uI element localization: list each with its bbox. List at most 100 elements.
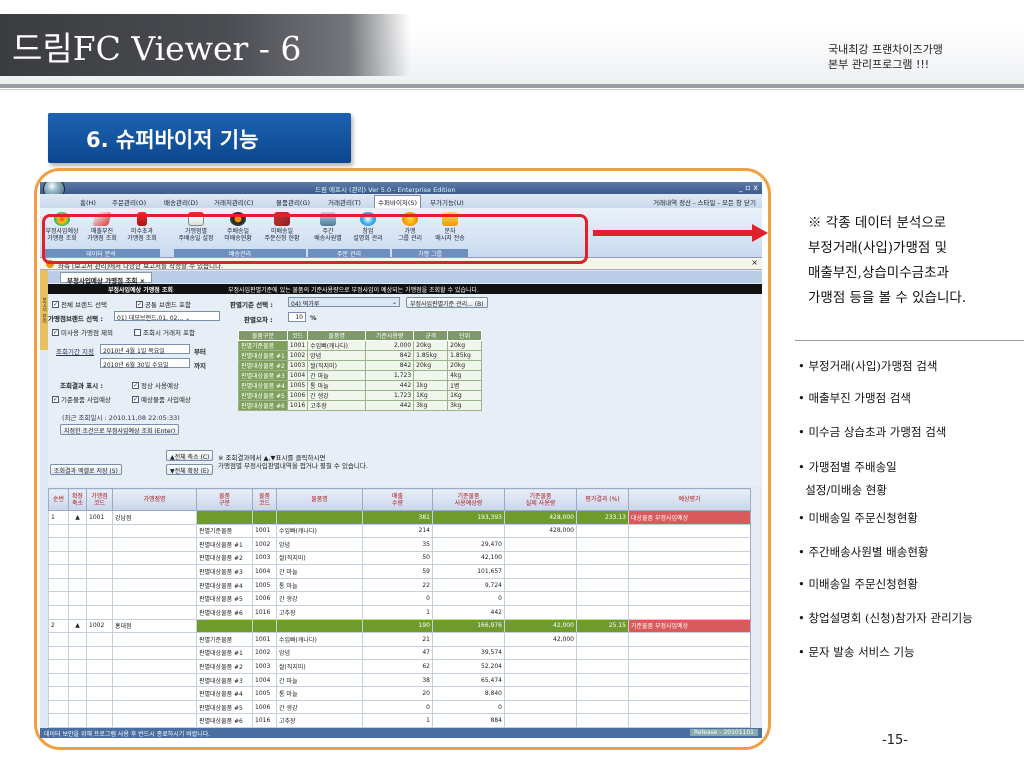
to-date-picker[interactable]: 2010년 6월 30일 수요일 xyxy=(100,358,190,369)
panel-caption-desc: 부정사입판별기준에 있는 물품의 기준사용량으로 부정사입이 예상되는 가맹점을… xyxy=(228,287,479,294)
grid-row[interactable]: 판별대상물품 #1 1002 앙념 35 29,470 xyxy=(48,537,751,552)
grid-col-header[interactable]: 평가결과 (%) xyxy=(576,488,629,511)
side-report-panel[interactable]: 보고서 관리 xyxy=(40,270,48,350)
normal-use-checkbox[interactable]: ✓ 정상 사용예상 xyxy=(132,380,179,390)
grid-row[interactable]: 판별대상물품 #6 1016 고추장 1 884 xyxy=(48,713,751,728)
menu-trade[interactable]: 거래관리(T) xyxy=(328,197,361,207)
header-divider-thin xyxy=(0,89,1024,90)
grid-cell: 대상물품 부정사입예상 xyxy=(628,510,751,525)
criteria-item-row[interactable]: 판별기준물품 1001 수입빠(캐나다) 2,000 20kg 20kg xyxy=(238,340,483,351)
grid-group-row[interactable]: 2 ▲ 1002 홍대점 190 166,976 42,000 25.15 기준물품 부정사입예… xyxy=(48,618,751,634)
grid-row[interactable]: 판별대상물품 #5 1006 간 생강 0 0 xyxy=(48,591,751,606)
menu-right-links[interactable]: 거래내역 정산 - 스타일 - 모든 창 닫기 xyxy=(653,197,756,207)
menu-client[interactable]: 거래처관리(C) xyxy=(214,197,254,207)
grid-row[interactable]: 판별대상물품 #2 1003 쌀(직지미) 62 52,204 xyxy=(48,659,751,674)
grid-cell: 1004 xyxy=(252,564,277,579)
criteria-item-row[interactable]: 판별대상물품 #2 1003 쌀(직지미) 842 20kg 20kg xyxy=(238,360,483,371)
grid-row[interactable]: 판별대상물품 #2 1003 쌀(직지미) 50 42,100 xyxy=(48,550,751,566)
criteria-item-row[interactable]: 판별대상물품 #6 1016 고추장 442 3kg 3kg xyxy=(238,400,483,411)
collapse-all-button[interactable]: ▲전체 축소 (C) xyxy=(166,450,214,461)
grid-row[interactable]: 판별기준물품 1001 수입빠(캐나다) 214 428,000 xyxy=(48,523,751,539)
grid-cell: 수입빠(캐나다) xyxy=(276,632,363,647)
criteria-item-row[interactable]: 판별대상물품 #3 1004 간 마늘 1,723 4kg xyxy=(238,370,483,381)
from-date-picker[interactable]: 2010년 4월 1일 목요일 xyxy=(100,344,190,355)
grid-col-header[interactable]: 확장 축소 xyxy=(68,488,87,511)
window-controls[interactable]: _ ▫ x xyxy=(739,183,758,192)
criteria-item-cell: 1,723 xyxy=(365,390,415,401)
close-icon[interactable]: × xyxy=(751,258,758,267)
criteria-item-row[interactable]: 판별대상물품 #5 1006 간 생강 1,723 1Kg 1Kg xyxy=(238,390,483,401)
exclude-unused-checkbox[interactable]: ✓ 미사용 가맹점 제외 xyxy=(52,327,113,337)
status-text: 데이터 보안을 위해 프로그램 사용 후 반드시 종료하시기 바랍니다. xyxy=(44,731,211,738)
menu-goods[interactable]: 물품관리(G) xyxy=(276,197,310,207)
all-brand-checkbox[interactable]: ✓ 전체 브랜드 선택 xyxy=(52,299,107,309)
grid-cell: 1 xyxy=(48,510,69,525)
grid-cell: 1003 xyxy=(252,659,277,674)
excel-export-button[interactable]: 조회결과 엑셀로 저장 (S) xyxy=(50,464,122,475)
grid-cell xyxy=(432,523,505,539)
grid-scrollbar[interactable] xyxy=(750,488,760,728)
grid-cell: 21 xyxy=(362,632,433,647)
expand-toggle-icon[interactable]: ▲ xyxy=(68,618,87,634)
grid-row[interactable]: 판별대상물품 #6 1016 고추장 1 442 xyxy=(48,604,751,620)
grid-cell xyxy=(504,550,577,566)
grid-row[interactable]: 판별대상물품 #3 1004 간 마늘 59 101,657 xyxy=(48,564,751,579)
grid-col-header[interactable]: 물품명 xyxy=(276,488,363,511)
grid-cell: 42,100 xyxy=(432,550,505,566)
menu-order[interactable]: 주문관리(O) xyxy=(112,197,146,207)
menu-home[interactable]: 홈(H) xyxy=(80,197,96,207)
period-link[interactable]: 조회기간 지정 xyxy=(56,346,94,356)
common-brand-checkbox[interactable]: ✓ 공통 브랜드 포함 xyxy=(136,299,191,309)
grid-cell xyxy=(576,523,629,539)
menu-supervisor[interactable]: 수퍼바이저(S) xyxy=(374,195,422,209)
criteria-item-cell: 1003 xyxy=(286,360,309,371)
run-query-button[interactable]: 지정한 조건으로 부정사입예상 조회 (Enter) xyxy=(60,424,180,435)
grid-cell xyxy=(504,604,577,620)
include-trade-label: 조회시 거래처 포함 xyxy=(143,329,195,337)
grid-cell: 판별대상물품 #3 xyxy=(196,672,253,688)
expand-all-button[interactable]: ▼전체 확장 (E) xyxy=(166,464,213,475)
tab-fraud-query[interactable]: 부정사입예상 가맹점 조회 × xyxy=(60,272,153,285)
criteria-item-row[interactable]: 판별대상물품 #1 1002 앙념 842 1.85kg 1.85kg xyxy=(238,350,483,361)
grid-row[interactable]: 판별대상물품 #4 1005 통 마늘 22 9,724 xyxy=(48,577,751,593)
grid-col-header[interactable]: 가맹점명 xyxy=(112,488,197,511)
app-window: 드림 에프시 (관리) Ver 5.0 - Enterprise Edition… xyxy=(40,182,762,738)
grid-cell xyxy=(576,564,629,579)
grid-cell xyxy=(504,659,577,674)
grid-col-header[interactable]: 기준물품 실제 사용량 xyxy=(504,488,577,511)
grid-col-header[interactable]: 물품 구분 xyxy=(196,488,253,511)
grid-cell xyxy=(196,618,253,634)
include-trade-checkbox[interactable]: 조회시 거래처 포함 xyxy=(134,327,195,337)
grid-cell xyxy=(628,591,751,606)
grid-col-header[interactable]: 기준물품 사용예상량 xyxy=(432,488,505,511)
grid-group-row[interactable]: 1 ▲ 1001 강남점 381 193,393 428,000 233.13 대상물품 부정사… xyxy=(48,510,751,525)
menu-extra[interactable]: 부가기능(U) xyxy=(430,197,464,207)
grid-cell: 판별대상물품 #3 xyxy=(196,564,253,579)
grid-cell: 고추장 xyxy=(276,713,363,728)
criteria-item-row[interactable]: 판별대상물품 #4 1005 통 마늘 442 1kg 1병 xyxy=(238,380,483,391)
grid-row[interactable]: 판별기준물품 1001 수입빠(캐나다) 21 42,000 xyxy=(48,632,751,647)
error-input[interactable]: 10 xyxy=(288,312,306,322)
criteria-manage-button[interactable]: 부정사입판별기준 관리... (B) xyxy=(406,297,488,308)
grid-row[interactable]: 판별대상물품 #1 1002 앙념 47 39,574 xyxy=(48,645,751,661)
grid-row[interactable]: 판별대상물품 #5 1006 간 생강 0 0 xyxy=(48,699,751,715)
result-grid: 순번 확장 축소 가맹점 코드 가맹점명 물품 구분 물품 코드 물품명 매출 수량 기준물품 … xyxy=(48,488,751,728)
to-suffix: 까지 xyxy=(194,362,206,370)
grid-col-header[interactable]: 예상평가 xyxy=(628,488,751,511)
criteria-item-cell: 2,000 xyxy=(365,340,415,351)
grid-col-header[interactable]: 물품 코드 xyxy=(252,488,277,511)
menu-delivery[interactable]: 배송관리(D) xyxy=(164,197,198,207)
grid-col-header[interactable]: 가맹점 코드 xyxy=(86,488,113,511)
grid-col-header[interactable]: 순번 xyxy=(48,488,69,511)
grid-col-header[interactable]: 매출 수량 xyxy=(362,488,433,511)
base-item-checkbox[interactable]: ✓ 기준물품 사입예상 xyxy=(52,394,111,404)
brand-select[interactable]: 01) 데모브랜드,01, 02,.. ⌄ xyxy=(114,311,220,322)
grid-cell xyxy=(112,564,197,579)
slide: { "header": { "title": "드림FC Viewer - 6"… xyxy=(0,0,1024,768)
expand-toggle-icon[interactable]: ▲ xyxy=(68,510,87,525)
release-badge: Release - 20101101 xyxy=(690,729,758,736)
expected-item-checkbox[interactable]: ✓ 예상물품 사입예상 xyxy=(132,394,191,404)
criteria-select[interactable]: 04) 떡가루 ⌄ xyxy=(288,297,400,308)
grid-row[interactable]: 판별대상물품 #4 1005 통 마늘 20 8,840 xyxy=(48,686,751,701)
grid-row[interactable]: 판별대상물품 #3 1004 간 마늘 38 65,474 xyxy=(48,672,751,688)
